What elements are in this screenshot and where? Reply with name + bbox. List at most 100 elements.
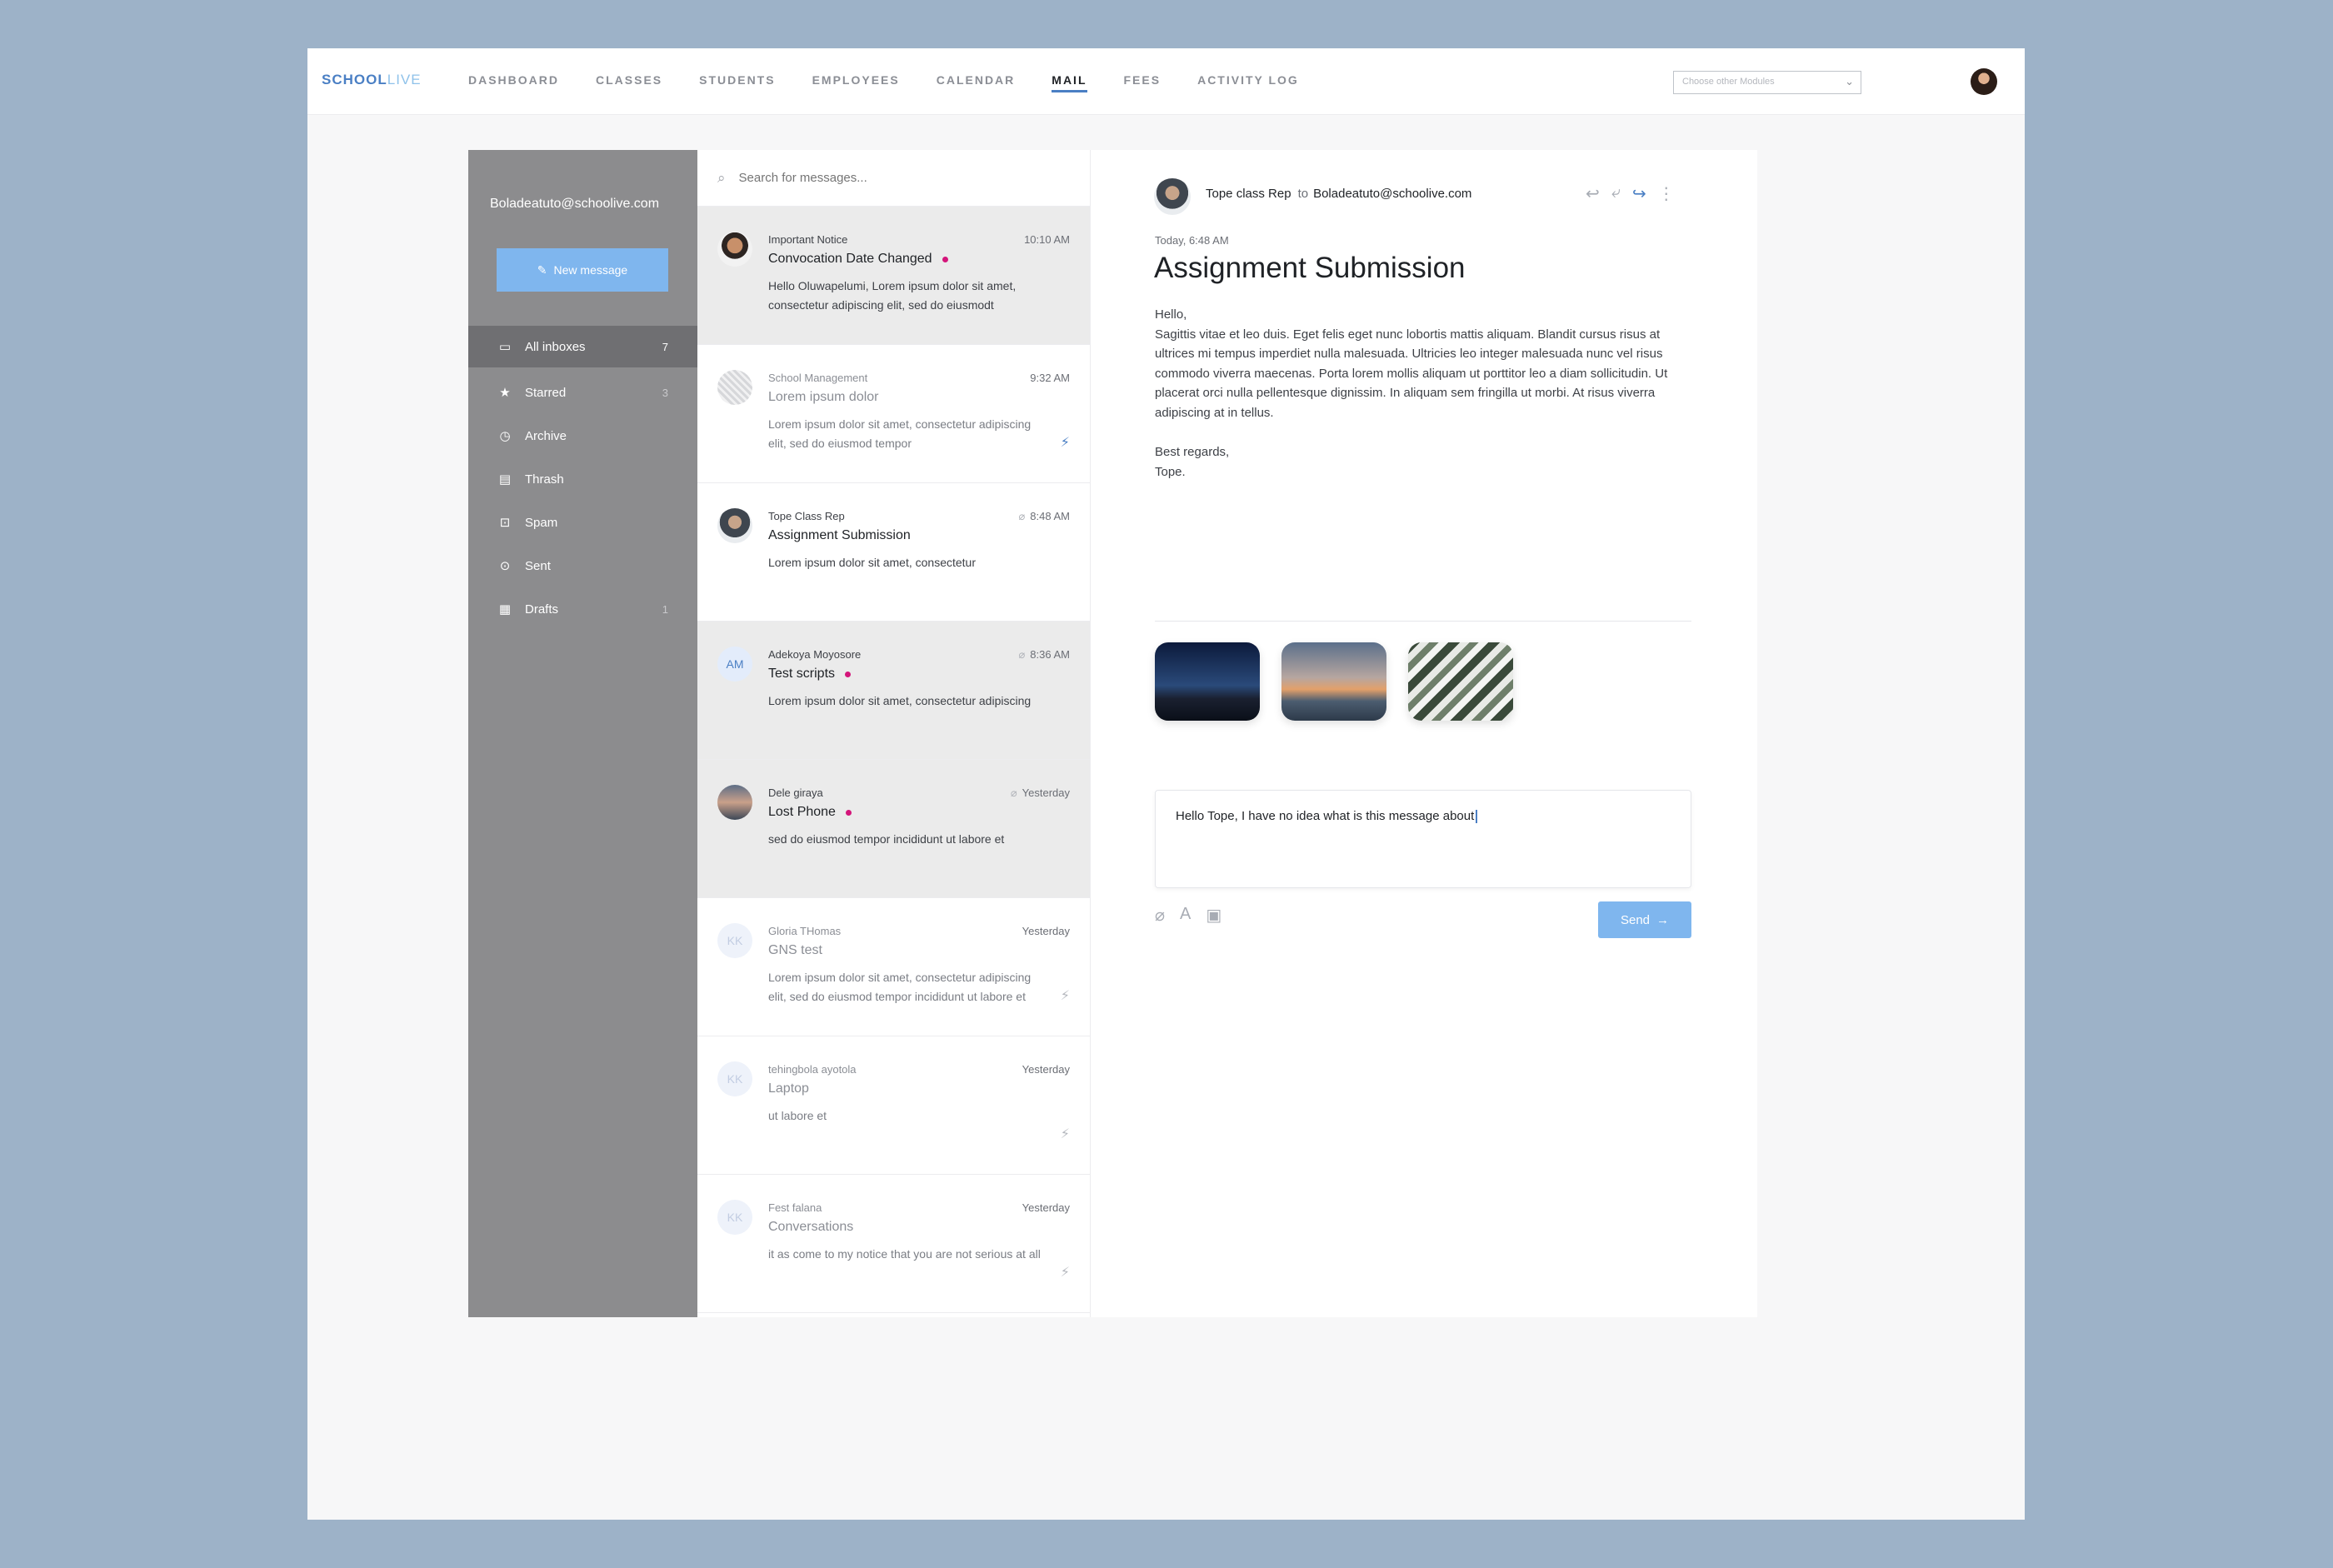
folder-sent[interactable]: ⊙ Sent <box>468 544 697 587</box>
module-select[interactable]: Choose other Modules ⌄ <box>1673 71 1861 94</box>
message-item[interactable]: KK Gloria THomas Yesterday GNS test Lore… <box>697 898 1090 1036</box>
message-snippet: Lorem ipsum dolor sit amet, consectetur … <box>768 694 1032 707</box>
message-time: ⌀ 8:48 AM <box>1018 510 1070 523</box>
message-item[interactable]: Important Notice 10:10 AM Convocation Da… <box>697 207 1090 345</box>
sender-avatar: KK <box>717 1200 752 1235</box>
folder-label: Thrash <box>525 472 564 487</box>
attachments <box>1155 642 1513 721</box>
message-subject-text: Assignment Submission <box>768 528 911 542</box>
folder-label: Archive <box>525 428 567 443</box>
more-options-icon[interactable]: ⋮ <box>1658 183 1675 204</box>
module-select-placeholder: Choose other Modules <box>1682 77 1775 87</box>
text-cursor <box>1476 810 1478 824</box>
message-item[interactable]: AM Adekoya Moyosore ⌀ 8:36 AM Test script… <box>697 622 1090 760</box>
new-message-label: New message <box>553 263 628 277</box>
account-email: Boladeatuto@schoolive.com <box>490 197 660 211</box>
message-date: Today, 6:48 AM <box>1155 234 1229 247</box>
message-actions: ↩ ⤶ ↪ ⋮ <box>1586 183 1675 204</box>
nav-activity-log[interactable]: ACTIVITY LOG <box>1179 48 1317 115</box>
reply-textarea[interactable]: Hello Tope, I have no idea what is this … <box>1155 790 1691 888</box>
text-format-icon[interactable]: A <box>1180 905 1191 926</box>
bolt-icon: ⚡ <box>1060 1127 1070 1141</box>
message-subject-text: Convocation Date Changed <box>768 252 932 266</box>
arrow-right-icon: → <box>1656 912 1670 927</box>
message-sender: School Management <box>768 372 868 384</box>
message-item[interactable]: Dele giraya ⌀ Yesterday Lost Phone sed do… <box>697 760 1090 898</box>
message-time: ⌀ Yesterday <box>1011 786 1070 800</box>
message-snippet: Lorem ipsum dolor sit amet, consectetur … <box>768 417 1032 450</box>
attachment-icon: ⌀ <box>1018 510 1026 522</box>
message-subject-text: GNS test <box>768 943 822 957</box>
nav-mail[interactable]: MAIL <box>1033 48 1105 115</box>
user-avatar[interactable] <box>1971 68 1997 95</box>
message-time-text: Yesterday <box>1022 786 1070 799</box>
search-icon: ⌕ <box>717 169 726 186</box>
message-sender: Tope Class Rep <box>768 510 845 522</box>
folder-label: Drafts <box>525 602 559 617</box>
message-subject-text: Lorem ipsum dolor <box>768 390 879 404</box>
check-circle-icon: ⊙ <box>499 559 511 573</box>
clock-icon: ◷ <box>499 429 511 443</box>
message-item-selected[interactable]: Tope Class Rep ⌀ 8:48 AM Assignment Submi… <box>697 483 1090 622</box>
chevron-down-icon: ⌄ <box>1845 75 1854 87</box>
message-header: Tope class Rep to Boladeatuto@schoolive.co… <box>1206 187 1471 201</box>
calendar-icon[interactable]: ▣ <box>1206 905 1221 926</box>
attachment-thumbnail[interactable] <box>1155 642 1260 721</box>
folder-starred[interactable]: ★ Starred 3 <box>468 371 697 414</box>
message-time: Yesterday <box>1022 1063 1070 1076</box>
folder-label: All inboxes <box>525 339 586 354</box>
attachment-icon[interactable]: ⌀ <box>1155 905 1165 926</box>
message-item[interactable]: School Management 9:32 AM Lorem ipsum do… <box>697 345 1090 483</box>
attachment-thumbnail[interactable] <box>1281 642 1386 721</box>
nav-dashboard[interactable]: DASHBOARD <box>450 48 577 115</box>
sender-avatar: KK <box>717 1061 752 1096</box>
folder-label: Starred <box>525 385 567 400</box>
search-input[interactable] <box>738 171 1056 185</box>
reply-toolbar: ⌀ A ▣ <box>1155 905 1221 926</box>
message-sender: Gloria THomas <box>768 925 842 937</box>
sender-avatar <box>717 508 752 543</box>
nav-classes[interactable]: CLASSES <box>577 48 681 115</box>
message-subject-text: Conversations <box>768 1220 854 1234</box>
logo-text-school: SCHOOL <box>322 72 387 87</box>
message-subject: GNS test <box>768 943 822 958</box>
message-subject: Convocation Date Changed <box>768 252 948 267</box>
folder-all-inboxes[interactable]: ▭ All inboxes 7 <box>468 326 697 367</box>
top-navbar: SCHOOLLIVE DASHBOARD CLASSES STUDENTS EM… <box>307 48 2025 115</box>
reply-icon[interactable]: ↩ <box>1586 183 1600 204</box>
folder-count: 7 <box>662 340 668 353</box>
send-button[interactable]: Send → <box>1598 901 1691 938</box>
message-item[interactable]: KK Fest falana Yesterday Conversations i… <box>697 1175 1090 1313</box>
reply-all-icon[interactable]: ⤶ <box>1611 183 1621 204</box>
unread-dot <box>845 671 852 677</box>
nav-employees[interactable]: EMPLOYEES <box>794 48 918 115</box>
bolt-icon: ⚡ <box>1060 436 1070 450</box>
folder-drafts[interactable]: ▦ Drafts 1 <box>468 587 697 631</box>
nav-calendar[interactable]: CALENDAR <box>918 48 1034 115</box>
unread-dot <box>845 809 852 816</box>
reader-recipient: Boladeatuto@schoolive.com <box>1313 187 1472 201</box>
message-item[interactable]: KK tehingbola ayotola Yesterday Laptop u… <box>697 1036 1090 1175</box>
mail-sidebar: Boladeatuto@schoolive.com ✎ New message … <box>468 150 697 1317</box>
message-snippet: it as come to my notice that you are not… <box>768 1247 1041 1261</box>
message-body: Hello, Sagittis vitae et leo duis. Eget … <box>1155 305 1696 482</box>
nav-fees[interactable]: FEES <box>1106 48 1180 115</box>
logo[interactable]: SCHOOLLIVE <box>322 72 422 88</box>
sender-avatar: KK <box>717 923 752 958</box>
attachment-thumbnail[interactable] <box>1408 642 1513 721</box>
message-sender: Adekoya Moyosore <box>768 648 862 661</box>
folder-archive[interactable]: ◷ Archive <box>468 414 697 457</box>
folder-spam[interactable]: ⊡ Spam <box>468 501 697 544</box>
message-signature: Tope. <box>1155 464 1186 479</box>
message-list: ⌕ Important Notice 10:10 AM Convocation … <box>697 150 1091 1317</box>
message-sender: Dele giraya <box>768 786 823 799</box>
send-label: Send <box>1620 912 1651 927</box>
message-time: 9:32 AM <box>1030 372 1070 384</box>
attachment-icon: ⌀ <box>1018 648 1026 661</box>
nav-students[interactable]: STUDENTS <box>681 48 793 115</box>
forward-icon[interactable]: ↪ <box>1632 183 1646 204</box>
new-message-button[interactable]: ✎ New message <box>497 248 668 292</box>
message-sender: Fest falana <box>768 1201 822 1214</box>
message-subject-text: Test scripts <box>768 667 836 681</box>
folder-trash[interactable]: ▤ Thrash <box>468 457 697 501</box>
